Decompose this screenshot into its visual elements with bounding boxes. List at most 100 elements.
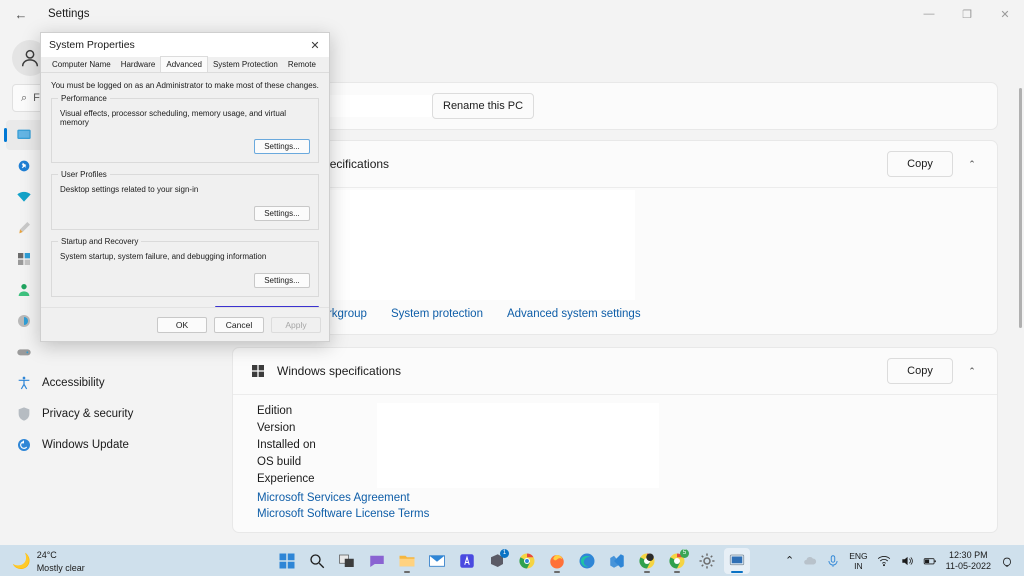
dialog-titlebar: System Properties ✕ (41, 33, 329, 57)
user-profiles-settings-button[interactable]: Settings... (254, 206, 310, 221)
apply-button[interactable]: Apply (271, 316, 321, 333)
windows-specifications-header[interactable]: Windows specifications Copy ⌃ (233, 348, 997, 394)
chrome-icon[interactable] (514, 548, 540, 574)
link-microsoft-services-agreement[interactable]: Microsoft Services Agreement (257, 490, 985, 506)
back-button[interactable]: ← (6, 0, 36, 28)
dialog-body: You must be logged on as an Administrato… (41, 73, 329, 333)
startup-recovery-settings-button[interactable]: Settings... (254, 273, 310, 288)
tab-system-protection[interactable]: System Protection (208, 57, 283, 72)
running-indicator (404, 570, 410, 573)
tab-advanced[interactable]: Advanced (160, 56, 208, 72)
cancel-button[interactable]: Cancel (214, 316, 264, 333)
file-explorer-icon[interactable] (394, 548, 420, 574)
store-icon[interactable] (454, 548, 480, 574)
vscode-icon[interactable] (604, 548, 630, 574)
search-icon: ⌕ (21, 91, 28, 104)
task-view-icon[interactable] (334, 548, 360, 574)
close-button[interactable]: ✕ (986, 0, 1024, 28)
start-icon[interactable] (274, 548, 300, 574)
sidebar-label-accessibility: Accessibility (42, 377, 105, 389)
brush-icon (12, 220, 36, 236)
tab-computer-name[interactable]: Computer Name (47, 57, 116, 72)
notifications-bell-icon[interactable] (1000, 554, 1014, 568)
monitor-icon (12, 127, 36, 143)
link-system-protection[interactable]: System protection (391, 306, 483, 322)
wifi-icon[interactable] (877, 554, 891, 568)
onedrive-cloud-icon[interactable] (803, 554, 817, 568)
chat-icon[interactable] (364, 548, 390, 574)
startup-recovery-description: System startup, system failure, and debu… (60, 252, 267, 261)
user-profiles-group-title: User Profiles (58, 170, 110, 179)
tab-remote[interactable]: Remote (283, 57, 321, 72)
language-indicator[interactable]: ENG IN (849, 551, 867, 571)
window-controls: — ❐ ✕ (910, 0, 1024, 28)
moon-cloud-icon: 🌙 (12, 552, 31, 570)
language-line2: IN (854, 560, 863, 571)
link-advanced-system-settings[interactable]: Advanced system settings (507, 306, 641, 322)
content-scrollbar[interactable] (1018, 88, 1023, 508)
running-indicator (644, 570, 650, 573)
update-icon (12, 437, 36, 453)
sidebar-item-windows-update[interactable]: Windows Update (6, 430, 212, 460)
search-icon[interactable] (304, 548, 330, 574)
settings-gear-icon[interactable] (694, 548, 720, 574)
chrome-profile2-icon[interactable]: 5 (664, 548, 690, 574)
weather-widget[interactable]: 🌙 24°C Mostly clear (0, 548, 180, 574)
dialog-tabs: Computer Name Hardware Advanced System P… (41, 56, 329, 73)
maximize-button[interactable]: ❐ (948, 0, 986, 28)
device-specs-copy-button[interactable]: Copy (887, 151, 953, 177)
clock[interactable]: 12:30 PM 11-05-2022 (946, 550, 991, 572)
firefox-icon[interactable] (544, 548, 570, 574)
performance-description: Visual effects, processor scheduling, me… (60, 109, 287, 127)
chrome-profile-icon[interactable] (634, 548, 660, 574)
settings-content: About Rename this PC Device specifi (218, 28, 1024, 545)
battery-icon[interactable] (923, 554, 937, 568)
language-line1: ENG (849, 550, 868, 561)
sidebar-item-accessibility[interactable]: Accessibility (6, 368, 212, 398)
windows-specs-links: Microsoft Services Agreement Microsoft S… (257, 490, 985, 522)
device-specifications-header[interactable]: Device specifications Copy ⌃ (233, 141, 997, 187)
windows-specifications-card: Windows specifications Copy ⌃ Edition Ve… (232, 347, 998, 533)
windows-specs-copy-button[interactable]: Copy (887, 358, 953, 384)
account-icon (12, 282, 36, 298)
edge-icon[interactable] (574, 548, 600, 574)
link-microsoft-software-license-terms[interactable]: Microsoft Software License Terms (257, 506, 985, 522)
spec-label-os-build: OS build (257, 456, 302, 468)
running-indicator (674, 570, 680, 573)
apps-icon (12, 251, 36, 267)
wifi-icon (12, 189, 36, 205)
microphone-icon[interactable] (826, 554, 840, 568)
mail-icon[interactable] (424, 548, 450, 574)
rename-this-pc-button[interactable]: Rename this PC (432, 93, 535, 119)
sidebar-item-privacy-security[interactable]: Privacy & security (6, 399, 212, 429)
weather-condition: Mostly clear (36, 562, 85, 573)
spec-label-edition: Edition (257, 405, 293, 417)
device-name-card: Rename this PC (232, 82, 998, 130)
tray-overflow-chevron-icon[interactable]: ⌃ (785, 554, 794, 567)
spec-label-experience: Experience (257, 473, 315, 485)
admin-note: You must be logged on as an Administrato… (51, 81, 319, 90)
dialog-close-icon[interactable]: ✕ (301, 33, 329, 57)
accessibility-icon (12, 375, 36, 391)
device-specs-chevron-up-icon[interactable]: ⌃ (959, 159, 985, 170)
bluetooth-icon (12, 158, 36, 174)
system-properties-dialog: System Properties ✕ Computer Name Hardwa… (40, 32, 330, 342)
scrollbar-thumb[interactable] (1019, 88, 1022, 328)
page-title: About (218, 28, 1024, 68)
windows-specifications-title: Windows specifications (277, 364, 402, 378)
teams-badge: 1 (500, 548, 509, 558)
windows-specs-chevron-up-icon[interactable]: ⌃ (959, 366, 985, 377)
startup-recovery-group: Startup and Recovery System startup, sys… (51, 237, 319, 297)
speaker-icon[interactable] (900, 554, 914, 568)
system-properties-icon[interactable] (724, 547, 750, 574)
minimize-button[interactable]: — (910, 0, 948, 28)
clock-icon (12, 313, 36, 329)
user-profiles-button-row: Settings... (60, 206, 310, 221)
performance-settings-button[interactable]: Settings... (254, 139, 310, 154)
tab-hardware[interactable]: Hardware (116, 57, 161, 72)
shield-icon (12, 406, 36, 422)
teams-icon[interactable]: 1 (484, 548, 510, 574)
active-indicator (731, 570, 743, 573)
clock-time: 12:30 PM (949, 549, 988, 560)
ok-button[interactable]: OK (157, 316, 207, 333)
